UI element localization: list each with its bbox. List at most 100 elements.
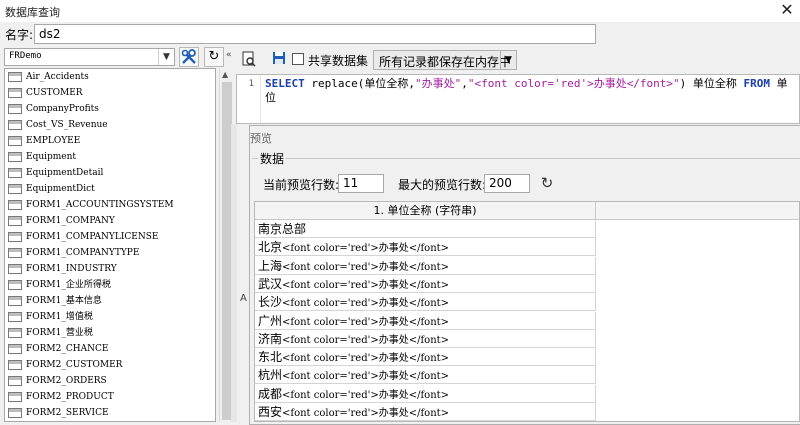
table-name: FORM2_ORDERS (26, 376, 107, 386)
refresh-icon[interactable]: ↻ (204, 47, 224, 67)
data-group-border (252, 158, 800, 159)
cell-html: <font color='red'>办事处</font> (282, 261, 450, 273)
double-chevron-left-icon[interactable]: « (226, 50, 232, 60)
sql-editor[interactable]: 1 SELECT replace(单位全称,"办事处","<font color… (236, 74, 800, 124)
table-list-item[interactable]: FORM2_CHANCE (5, 341, 215, 357)
table-list-item[interactable]: FORM1_COMPANYLICENSE (5, 229, 215, 245)
table-list-item[interactable]: FORM1_INDUSTRY (5, 261, 215, 277)
grid-cell: 成都<font color='red'>办事处</font> (258, 386, 449, 404)
result-grid[interactable]: 1. 单位全称 (字符串) 南京总部 北京<font color='red'>办事… (254, 201, 800, 422)
grid-cell: 北京<font color='red'>办事处</font> (258, 239, 449, 257)
table-icon (8, 376, 22, 386)
query-icon[interactable] (240, 51, 258, 69)
splitter-handle[interactable]: A (240, 293, 247, 304)
share-dataset-checkbox[interactable] (292, 53, 304, 65)
table-list-item[interactable]: FORM1_COMPANYTYPE (5, 245, 215, 261)
column-header[interactable]: 1. 单位全称 (字符串) (255, 202, 596, 220)
table-name: FORM1_基本信息 (26, 296, 102, 306)
name-input[interactable]: ds2 (34, 24, 596, 44)
cell-html: <font color='red'>办事处</font> (282, 334, 450, 346)
table-name: FORM1_营业税 (26, 328, 93, 338)
grid-cell: 武汉<font color='red'>办事处</font> (258, 276, 449, 294)
sql-keyword: SELECT (265, 77, 305, 90)
table-list-item[interactable]: EquipmentDict (5, 181, 215, 197)
table-list-item[interactable]: FORM1_基本信息 (5, 293, 215, 309)
table-name: FORM1_企业所得税 (26, 280, 111, 290)
table-list-item[interactable]: FORM1_营业税 (5, 325, 215, 341)
table-icon (8, 120, 22, 130)
sql-token: ) 单位全称 (679, 77, 744, 90)
table-list-item[interactable]: FORM2_ORDERS (5, 373, 215, 389)
table-list-item[interactable]: FORM1_ACCOUNTINGSYSTEM (5, 197, 215, 213)
cell-city: 上海 (258, 258, 283, 273)
table-icon (8, 312, 22, 322)
table-list[interactable]: Air_Accidents CUSTOMER CompanyProfits Cost_… (4, 68, 216, 422)
table-list-item[interactable]: EquipmentDetail (5, 165, 215, 181)
cell-html: <font color='red'>办事处</font> (282, 243, 450, 255)
table-name: FORM1_COMPANYTYPE (26, 248, 140, 258)
table-row[interactable]: 成都<font color='red'>办事处</font> (255, 384, 596, 404)
cell-city: 南京总部 (258, 222, 307, 236)
save-icon[interactable] (270, 51, 288, 69)
panel-divider[interactable] (231, 124, 237, 422)
table-list-item[interactable]: Cost_VS_Revenue (5, 117, 215, 133)
table-row[interactable]: 广州<font color='red'>办事处</font> (255, 311, 596, 331)
table-row[interactable]: 杭州<font color='red'>办事处</font> (255, 366, 596, 385)
cell-html: <font color='red'>办事处</font> (282, 316, 450, 328)
table-row[interactable]: 长沙<font color='red'>办事处</font> (255, 293, 596, 312)
current-rows-input[interactable]: 11 (338, 174, 384, 193)
table-name: FORM1_COMPANY (26, 216, 115, 226)
grid-cell: 广州<font color='red'>办事处</font> (258, 313, 449, 331)
table-icon (8, 168, 22, 178)
table-list-item[interactable]: Air_Accidents (5, 69, 215, 85)
table-name: EquipmentDict (26, 184, 95, 194)
table-row[interactable]: 东北<font color='red'>办事处</font> (255, 348, 596, 367)
table-list-item[interactable]: CUSTOMER (5, 85, 215, 101)
table-list-item[interactable]: FORM2_SERVICE (5, 405, 215, 421)
table-list-item[interactable]: FORM1_COMPANY (5, 213, 215, 229)
table-row[interactable]: 西安<font color='red'>办事处</font> (255, 403, 596, 421)
tools-icon[interactable] (179, 47, 199, 67)
table-list-item[interactable]: EMPLOYEE (5, 133, 215, 149)
table-list-item[interactable]: FORM2_CUSTOMER (5, 357, 215, 373)
table-list-item[interactable]: FORM2_PRODUCT (5, 389, 215, 405)
name-label: 名字: (5, 28, 34, 42)
table-row[interactable]: 南京总部 (255, 220, 596, 238)
line-gutter: 1 (237, 75, 261, 123)
table-row[interactable]: 北京<font color='red'>办事处</font> (255, 238, 596, 257)
refresh-icon[interactable]: ↻ (538, 174, 556, 192)
cell-city: 武汉 (258, 276, 283, 291)
table-icon (8, 344, 22, 354)
table-icon (8, 232, 22, 242)
table-name: FORM1_ACCOUNTINGSYSTEM (26, 200, 174, 210)
table-name: CompanyProfits (26, 104, 99, 114)
max-rows-input[interactable]: 200 (484, 174, 530, 193)
scroll-up-icon[interactable]: ▲ (222, 70, 228, 79)
cell-city: 北京 (258, 240, 283, 255)
table-icon (8, 104, 22, 114)
chevron-down-icon[interactable]: ▼ (158, 49, 174, 65)
sql-string: "办事处" (414, 77, 462, 90)
table-list-item[interactable]: FORM1_增值税 (5, 309, 215, 325)
table-list-item[interactable]: CompanyProfits (5, 101, 215, 117)
sql-text[interactable]: SELECT replace(单位全称,"办事处","<font color='… (265, 77, 795, 105)
table-icon (8, 72, 22, 82)
table-list-item[interactable]: FORM1_企业所得税 (5, 277, 215, 293)
sql-string: "<font color='red'>办事处</font>" (467, 77, 680, 90)
memory-mode-select[interactable]: 所有记录都保存在内存中 ▼ (373, 50, 517, 70)
table-icon (8, 392, 22, 402)
sql-token: replace(单位全称, (304, 77, 415, 90)
grid-cell: 长沙<font color='red'>办事处</font> (258, 294, 449, 312)
table-row[interactable]: 上海<font color='red'>办事处</font> (255, 256, 596, 275)
table-row[interactable]: 济南<font color='red'>办事处</font> (255, 329, 596, 348)
table-icon (8, 136, 22, 146)
table-list-item[interactable]: Equipment (5, 149, 215, 165)
table-icon (8, 184, 22, 194)
chevron-down-icon[interactable]: ▼ (500, 51, 516, 69)
datasource-select[interactable]: FRDemo ▼ (4, 48, 175, 66)
close-icon[interactable]: ✕ (778, 1, 796, 19)
grid-cell: 东北<font color='red'>办事处</font> (258, 349, 449, 367)
title-bar: 数据库查询 ✕ (0, 0, 800, 22)
cell-html: <font color='red'>办事处</font> (282, 298, 450, 310)
table-row[interactable]: 武汉<font color='red'>办事处</font> (255, 274, 596, 294)
